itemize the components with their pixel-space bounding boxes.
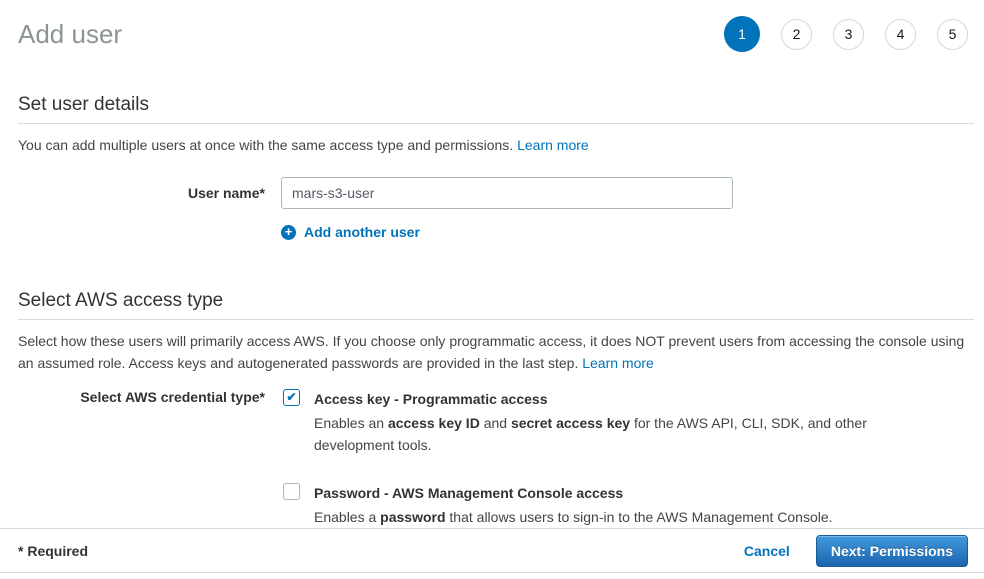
user-details-intro: You can add multiple users at once with … [18,134,974,156]
access-type-intro-text: Select how these users will primarily ac… [18,333,964,371]
bottom-strip [0,573,984,579]
set-user-details-heading: Set user details [18,94,974,116]
checkmark-icon: ✔ [286,390,296,404]
step-3-badge: 3 [833,19,864,50]
wizard-step-indicator: 1 2 3 4 5 [724,16,968,52]
section-divider [18,319,974,320]
access-key-option-row: Select AWS credential type* ✔ Access key… [18,388,974,456]
step-5-badge: 5 [937,19,968,50]
credential-type-label-spacer [18,482,265,528]
plus-circle-icon: + [281,225,296,240]
cancel-button[interactable]: Cancel [744,543,790,559]
access-type-intro: Select how these users will primarily ac… [18,330,974,374]
password-option-row: Password - AWS Management Console access… [18,482,974,528]
access-key-checkbox[interactable]: ✔ [283,389,300,406]
select-access-type-heading: Select AWS access type [18,290,974,312]
desc-bold: access key ID [388,415,480,431]
desc-text: Enables an [314,415,388,431]
section-divider [18,123,974,124]
step-4-badge: 4 [885,19,916,50]
access-key-option-description: Enables an access key ID and secret acce… [314,412,874,456]
select-access-type-section: Select AWS access type Select how these … [0,290,984,528]
desc-text: and [480,415,511,431]
access-key-option-title: Access key - Programmatic access [314,388,874,410]
credential-type-label: Select AWS credential type* [18,388,265,456]
desc-bold: password [380,509,445,525]
set-user-details-section: Set user details You can add multiple us… [0,94,984,240]
desc-bold: secret access key [511,415,630,431]
add-another-user-button[interactable]: + Add another user [281,224,420,240]
next-permissions-button[interactable]: Next: Permissions [816,535,968,567]
wizard-footer: * Required Cancel Next: Permissions [0,528,984,573]
desc-text: Enables a [314,509,380,525]
username-input[interactable] [281,177,733,209]
step-1-badge: 1 [724,16,760,52]
required-note: * Required [18,543,88,559]
page-header: Add user 1 2 3 4 5 [0,0,984,52]
username-label: User name* [18,177,265,209]
desc-text: that allows users to sign-in to the AWS … [446,509,833,525]
user-details-intro-text: You can add multiple users at once with … [18,137,517,153]
page-title: Add user [18,17,122,51]
password-option-title: Password - AWS Management Console access [314,482,833,504]
step-2-badge: 2 [781,19,812,50]
username-row: User name* [18,177,974,209]
password-option-description: Enables a password that allows users to … [314,506,833,528]
password-checkbox[interactable] [283,483,300,500]
learn-more-link-user-details[interactable]: Learn more [517,137,589,153]
learn-more-link-access-type[interactable]: Learn more [582,355,654,371]
add-another-user-label: Add another user [304,224,420,240]
